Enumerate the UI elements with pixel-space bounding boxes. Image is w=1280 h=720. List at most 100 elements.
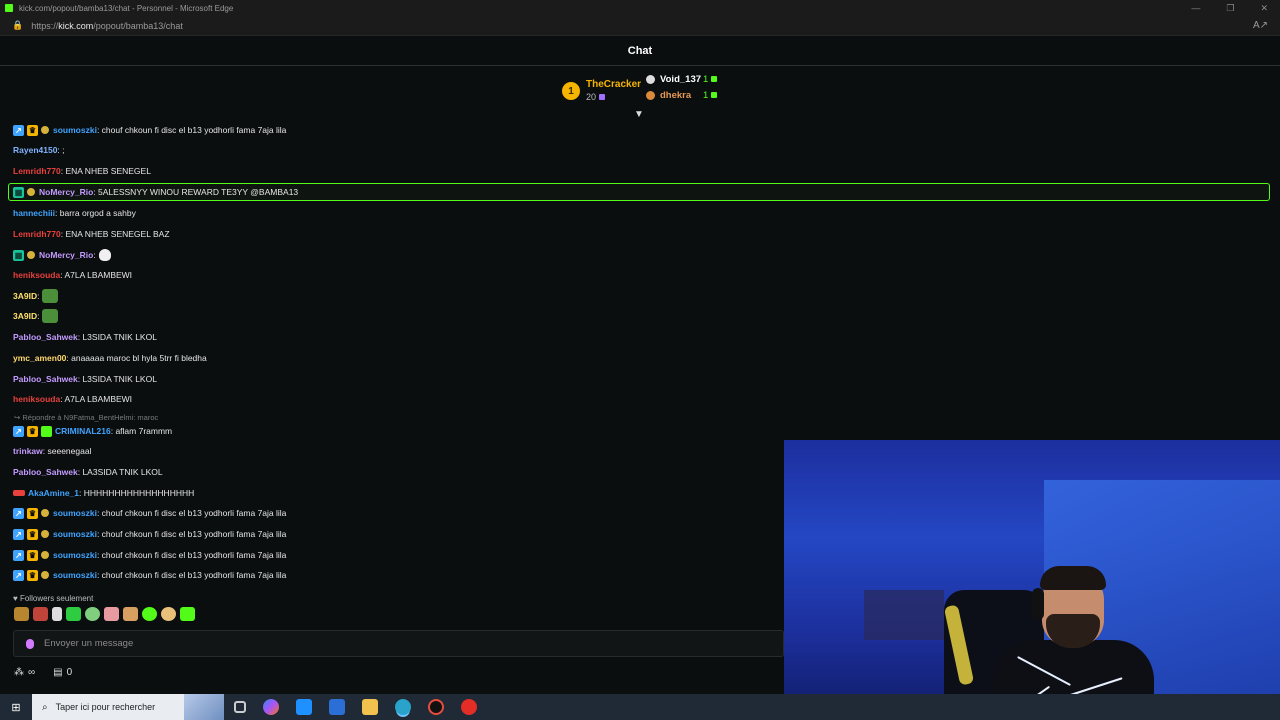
chat-username[interactable]: 3A9ID bbox=[13, 291, 37, 301]
kick-emote-icon[interactable] bbox=[142, 607, 157, 621]
silver-medal-icon bbox=[646, 75, 655, 84]
chat-username[interactable]: Lemridh770 bbox=[13, 229, 61, 239]
chat-message: AkaAmine_1: HHHHHHHHHHHHHHHHHH bbox=[13, 483, 194, 503]
chat-username[interactable]: CRIMINAL216 bbox=[55, 426, 111, 436]
chat-text: : L3SIDA TNIK LKOL bbox=[77, 332, 157, 342]
gift-leaderboard: 1 TheCracker 20 Void_137 1 dhekra 1 bbox=[560, 72, 730, 106]
read-aloud-icon[interactable]: A↗ bbox=[1253, 20, 1268, 31]
chat-username[interactable]: ymc_amen00 bbox=[13, 353, 66, 363]
chat-message: Pabloo_Sahwek: L3SIDA TNIK LKOL bbox=[13, 327, 157, 347]
headset bbox=[1032, 588, 1044, 620]
chat-username[interactable]: hannechiii bbox=[13, 208, 55, 218]
background-shelf bbox=[864, 590, 944, 640]
chat-username[interactable]: Pabloo_Sahwek bbox=[13, 332, 78, 342]
minimize-icon[interactable]: — bbox=[1191, 3, 1200, 14]
sub-badge-icon bbox=[41, 509, 49, 517]
face-emote-icon[interactable] bbox=[33, 607, 48, 621]
chat-username[interactable]: Pabloo_Sahwek bbox=[13, 374, 78, 384]
chat-username[interactable]: AkaAmine_1 bbox=[28, 488, 79, 498]
window-titlebar: kick.com/popout/bamba13/chat - Personnel… bbox=[0, 0, 1280, 16]
connections-button[interactable]: ⁂ ∞ bbox=[14, 667, 35, 678]
taskbar-search[interactable]: ⌕ Taper ici pour rechercher bbox=[32, 694, 224, 720]
url-domain: kick.com bbox=[58, 20, 94, 31]
gift-emote-icon[interactable] bbox=[180, 607, 195, 621]
dance-emote-icon[interactable] bbox=[66, 607, 81, 621]
copilot-icon[interactable] bbox=[263, 699, 279, 715]
gift-icon bbox=[711, 76, 718, 82]
hand-emote-icon[interactable] bbox=[52, 607, 62, 621]
chat-text: : 5ALESSNYY WINOU REWARD TE3YY @BAMBA13 bbox=[93, 187, 299, 197]
file-explorer-icon[interactable] bbox=[362, 699, 378, 715]
chat-text: : anaaaaa maroc bl hyla 5trr fi bledha bbox=[66, 353, 207, 363]
filter-icon[interactable]: ▼ bbox=[634, 109, 644, 120]
point-emote-icon[interactable] bbox=[104, 607, 119, 621]
chat-message: Rayen4150: ; bbox=[13, 140, 65, 160]
chat-message: ↗ ♛ soumoszki: chouf chkoun fi disc el b1… bbox=[13, 524, 286, 544]
edge-icon[interactable] bbox=[395, 699, 411, 715]
chat-footer: ⁂ ∞ ▤ 0 bbox=[14, 667, 90, 678]
skull-emote-icon[interactable] bbox=[85, 607, 100, 621]
chat-message: Lemridh770: ENA NHEB SENEGEL BAZ bbox=[13, 224, 170, 244]
taskbar-apps bbox=[234, 699, 477, 715]
chat-username[interactable]: 3A9ID bbox=[13, 311, 37, 321]
chat-username[interactable]: NoMercy_Rio bbox=[39, 250, 93, 260]
outlook-icon[interactable] bbox=[296, 699, 312, 715]
chat-username[interactable]: NoMercy_Rio bbox=[39, 187, 93, 197]
chat-username[interactable]: Lemridh770 bbox=[13, 166, 61, 176]
leaderboard-first-name: TheCracker bbox=[586, 79, 642, 90]
og-badge-icon: ▦ bbox=[13, 249, 24, 261]
og-badge-icon: ▦ bbox=[13, 186, 24, 198]
chat-message: Pabloo_Sahwek: LA3SIDA TNIK LKOL bbox=[13, 462, 163, 482]
chest-button[interactable]: ▤ 0 bbox=[53, 667, 72, 678]
goose-emote-icon bbox=[98, 249, 111, 261]
store-icon[interactable] bbox=[329, 699, 345, 715]
microphone-icon[interactable] bbox=[26, 638, 34, 649]
chat-username[interactable]: soumoszki bbox=[53, 529, 97, 539]
followers-only-notice: ♥ Followers seulement bbox=[13, 594, 94, 603]
url-prefix: https:// bbox=[31, 20, 59, 31]
crown-emote-icon[interactable] bbox=[14, 607, 29, 621]
task-view-icon[interactable] bbox=[234, 701, 246, 713]
chat-username[interactable]: soumoszki bbox=[53, 570, 97, 580]
crown-badge-icon: ♛ bbox=[27, 528, 38, 540]
share-icon: ⁂ bbox=[14, 667, 24, 678]
sub-badge-icon bbox=[41, 126, 49, 134]
chat-text: : LA3SIDA TNIK LKOL bbox=[77, 467, 163, 477]
frog-emote-icon bbox=[42, 289, 59, 303]
flag-badge-icon bbox=[13, 490, 25, 496]
windows-start-icon[interactable]: ⊞ bbox=[0, 701, 32, 714]
leaderboard-first[interactable]: 1 TheCracker 20 bbox=[562, 78, 641, 104]
lock-icon[interactable]: 🔒 bbox=[12, 20, 23, 31]
chat-text: : A7LA LBAMBEWI bbox=[60, 270, 133, 280]
close-icon[interactable]: ✕ bbox=[1260, 3, 1268, 14]
chat-username[interactable]: trinkaw bbox=[13, 446, 43, 456]
obs-icon[interactable] bbox=[428, 699, 444, 715]
restore-icon[interactable]: ❐ bbox=[1226, 3, 1234, 14]
laugh-emote-icon[interactable] bbox=[161, 607, 176, 621]
chat-username[interactable]: Rayen4150 bbox=[13, 145, 57, 155]
chat-username[interactable]: Pabloo_Sahwek bbox=[13, 467, 78, 477]
chat-username[interactable]: soumoszki bbox=[53, 508, 97, 518]
leaderboard-third[interactable]: dhekra 1 bbox=[646, 90, 718, 101]
chat-text: : chouf chkoun fi disc el b13 yodhorli f… bbox=[96, 550, 287, 560]
vip-badge-icon: ↗ bbox=[13, 425, 24, 437]
highlighted-chat-message: ▦ NoMercy_Rio: 5ALESSNYY WINOU REWARD TE… bbox=[8, 183, 1270, 201]
leaderboard-second[interactable]: Void_137 1 bbox=[646, 74, 718, 85]
chat-username[interactable]: soumoszki bbox=[53, 550, 97, 560]
taskbar-search-placeholder: Taper ici pour rechercher bbox=[55, 702, 156, 712]
address-bar[interactable]: 🔒 https://kick.com/popout/bamba13/chat A… bbox=[0, 16, 1280, 36]
vip-badge-icon: ↗ bbox=[13, 124, 24, 136]
chat-message: ymc_amen00: anaaaaa maroc bl hyla 5trr f… bbox=[13, 348, 207, 368]
chat-text: : barra orgod a sahby bbox=[55, 208, 136, 218]
chest-icon: ▤ bbox=[53, 667, 63, 678]
chat-message: ↗ ♛ soumoszki: chouf chkoun fi disc el b1… bbox=[13, 503, 286, 523]
window-controls: — ❐ ✕ bbox=[1191, 3, 1280, 14]
hotdog-emote-icon[interactable] bbox=[123, 607, 138, 621]
chat-username[interactable]: heniksouda bbox=[13, 270, 60, 280]
message-input[interactable]: Envoyer un message bbox=[13, 630, 784, 657]
chat-message: ↗ ♛ soumoszki: chouf chkoun fi disc el b1… bbox=[13, 565, 286, 585]
chat-text: : A7LA LBAMBEWI bbox=[60, 394, 133, 404]
chat-username[interactable]: heniksouda bbox=[13, 394, 60, 404]
chat-username[interactable]: soumoszki bbox=[53, 125, 97, 135]
youtube-icon[interactable] bbox=[461, 699, 477, 715]
